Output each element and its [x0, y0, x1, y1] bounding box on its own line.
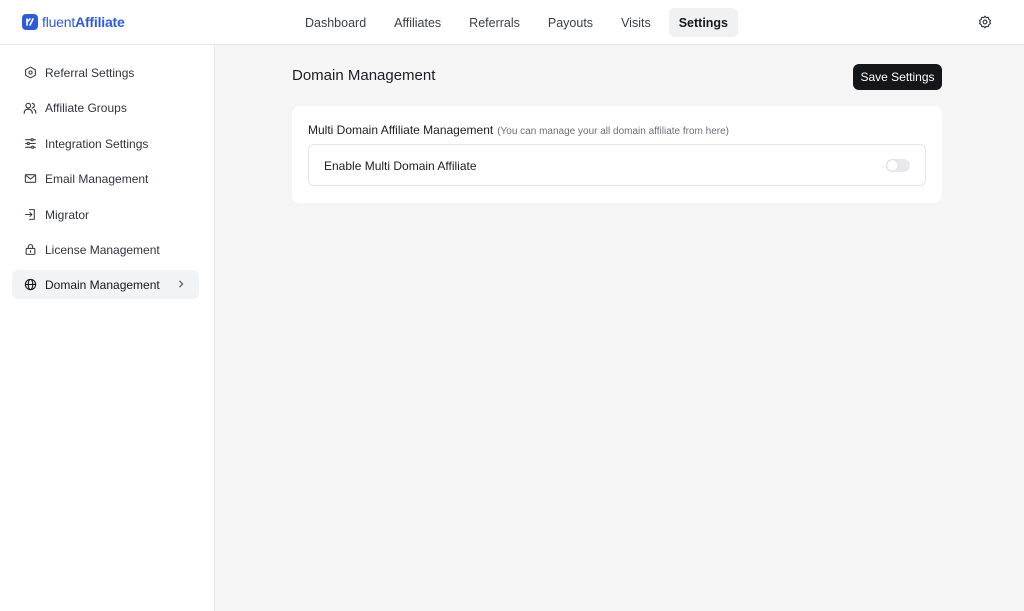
brand-logo[interactable]: fluentAffiliate [22, 13, 125, 31]
tab-visits[interactable]: Visits [611, 8, 661, 37]
multi-domain-option-row: Enable Multi Domain Affiliate [308, 144, 926, 186]
tab-settings[interactable]: Settings [668, 8, 739, 37]
tab-affiliates[interactable]: Affiliates [384, 8, 451, 37]
toggle-knob [887, 160, 898, 171]
domain-settings-card: Multi Domain Affiliate Management (You ca… [292, 106, 942, 203]
tab-payouts[interactable]: Payouts [538, 8, 603, 37]
sidebar-item-integration-settings[interactable]: Integration Settings [12, 129, 199, 158]
hexagon-icon [23, 66, 37, 80]
import-icon [23, 208, 37, 222]
logo-mark-icon [22, 14, 38, 30]
mail-icon [23, 172, 37, 186]
multi-domain-toggle[interactable] [886, 159, 910, 172]
sidebar-item-label: Integration Settings [45, 136, 149, 151]
brand-name: fluentAffiliate [42, 14, 125, 30]
tab-referrals[interactable]: Referrals [459, 8, 530, 37]
gear-icon[interactable] [976, 13, 994, 31]
users-icon [23, 101, 37, 115]
tab-dashboard[interactable]: Dashboard [295, 8, 376, 37]
sidebar-item-label: Referral Settings [45, 65, 135, 80]
sidebar-item-license-management[interactable]: License Management [12, 235, 199, 264]
section-hint: (You can manage your all domain affiliat… [497, 126, 729, 137]
chevron-right-icon [175, 278, 187, 290]
lock-icon [23, 243, 37, 257]
sidebar-item-domain-management[interactable]: Domain Management [12, 270, 199, 299]
settings-sidebar: Referral Settings Affiliate Groups Integ… [0, 45, 215, 611]
sidebar-item-label: Domain Management [45, 277, 160, 292]
sidebar-item-migrator[interactable]: Migrator [12, 200, 199, 229]
globe-icon [23, 278, 37, 292]
multi-domain-option-label: Enable Multi Domain Affiliate [324, 159, 477, 173]
sidebar-item-referral-settings[interactable]: Referral Settings [12, 58, 199, 87]
page-title: Domain Management [292, 67, 436, 84]
sidebar-item-affiliate-groups[interactable]: Affiliate Groups [12, 93, 199, 122]
sliders-icon [23, 137, 37, 151]
section-title: Multi Domain Affiliate Management (You ca… [308, 123, 729, 137]
sidebar-item-label: License Management [45, 242, 160, 257]
section-title-text: Multi Domain Affiliate Management [308, 123, 494, 137]
main-nav: Dashboard Affiliates Referrals Payouts V… [295, 8, 746, 37]
sidebar-item-label: Affiliate Groups [45, 100, 127, 115]
sidebar-item-label: Migrator [45, 207, 90, 222]
save-settings-button[interactable]: Save Settings [853, 64, 942, 90]
sidebar-item-label: Email Management [45, 171, 149, 186]
sidebar-item-email-management[interactable]: Email Management [12, 164, 199, 193]
top-bar: fluentAffiliate Dashboard Affiliates Ref… [0, 0, 1024, 45]
